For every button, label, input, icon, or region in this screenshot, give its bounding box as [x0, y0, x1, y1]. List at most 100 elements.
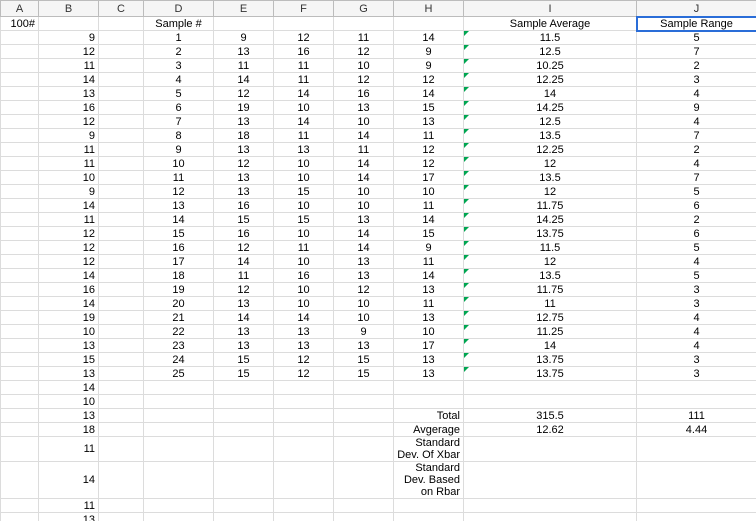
cell-B[interactable]: 14 [39, 462, 99, 499]
cell-E[interactable]: 13 [214, 143, 274, 157]
cell-F[interactable]: 13 [274, 339, 334, 353]
cell-H[interactable] [394, 513, 464, 521]
cell-F[interactable]: 11 [274, 73, 334, 87]
cell-E[interactable]: 13 [214, 185, 274, 199]
cell-A[interactable] [1, 73, 39, 87]
cell-C[interactable] [99, 395, 144, 409]
cell-E[interactable] [214, 17, 274, 31]
cell-G[interactable] [334, 395, 394, 409]
cell-E[interactable] [214, 462, 274, 499]
cell-D[interactable] [144, 395, 214, 409]
cell-I[interactable]: 11.25 [464, 325, 637, 339]
cell-J[interactable]: 5 [637, 185, 756, 199]
cell-C[interactable] [99, 499, 144, 513]
cell-C[interactable] [99, 17, 144, 31]
cell-D[interactable]: 4 [144, 73, 214, 87]
cell-J[interactable]: 6 [637, 199, 756, 213]
cell-I[interactable] [464, 462, 637, 499]
cell-A[interactable] [1, 101, 39, 115]
cell-I[interactable]: 14 [464, 87, 637, 101]
column-header-G[interactable]: G [334, 1, 394, 17]
cell-I[interactable]: 13.75 [464, 353, 637, 367]
cell-F[interactable] [274, 499, 334, 513]
column-header-B[interactable]: B [39, 1, 99, 17]
cell-D[interactable] [144, 513, 214, 521]
cell-F[interactable]: 14 [274, 115, 334, 129]
cell-A[interactable] [1, 213, 39, 227]
cell-A[interactable] [1, 115, 39, 129]
cell-E[interactable]: 15 [214, 367, 274, 381]
cell-B[interactable]: 13 [39, 409, 99, 423]
cell-I[interactable]: 14 [464, 339, 637, 353]
cell-F[interactable]: 14 [274, 311, 334, 325]
cell-I[interactable]: 14.25 [464, 213, 637, 227]
cell-G[interactable] [334, 17, 394, 31]
cell-A[interactable] [1, 283, 39, 297]
column-header-D[interactable]: D [144, 1, 214, 17]
cell-B[interactable]: 12 [39, 241, 99, 255]
cell-I[interactable]: 12.75 [464, 311, 637, 325]
cell-H[interactable]: 15 [394, 101, 464, 115]
cell-B[interactable]: 16 [39, 283, 99, 297]
cell-C[interactable] [99, 513, 144, 521]
cell-J[interactable]: 7 [637, 171, 756, 185]
cell-J[interactable]: 5 [637, 31, 756, 45]
cell-C[interactable] [99, 157, 144, 171]
cell-H[interactable]: Standard Dev. Of Xbar [394, 437, 464, 462]
cell-D[interactable]: 2 [144, 45, 214, 59]
cell-G[interactable]: 15 [334, 367, 394, 381]
cell-B[interactable]: 18 [39, 423, 99, 437]
cell-A[interactable] [1, 241, 39, 255]
cell-A[interactable] [1, 311, 39, 325]
cell-E[interactable]: 13 [214, 45, 274, 59]
cell-B[interactable]: 12 [39, 255, 99, 269]
cell-G[interactable]: 10 [334, 297, 394, 311]
cell-J[interactable]: 2 [637, 143, 756, 157]
cell-D[interactable]: Sample # [144, 17, 214, 31]
cell-B[interactable]: 14 [39, 269, 99, 283]
cell-G[interactable]: 14 [334, 171, 394, 185]
cell-C[interactable] [99, 423, 144, 437]
cell-C[interactable] [99, 339, 144, 353]
cell-A[interactable] [1, 395, 39, 409]
cell-A[interactable]: 100# [1, 17, 39, 31]
cell-G[interactable]: 14 [334, 227, 394, 241]
cell-C[interactable] [99, 462, 144, 499]
cell-D[interactable]: 5 [144, 87, 214, 101]
cell-E[interactable]: 16 [214, 199, 274, 213]
cell-J[interactable]: 6 [637, 227, 756, 241]
cell-A[interactable] [1, 339, 39, 353]
cell-H[interactable]: 10 [394, 325, 464, 339]
cell-H[interactable]: 11 [394, 199, 464, 213]
cell-I[interactable]: 13.5 [464, 269, 637, 283]
cell-B[interactable]: 11 [39, 499, 99, 513]
cell-A[interactable] [1, 59, 39, 73]
cell-B[interactable]: 10 [39, 171, 99, 185]
cell-G[interactable]: 13 [334, 213, 394, 227]
cell-J[interactable]: 3 [637, 367, 756, 381]
cell-B[interactable]: 9 [39, 185, 99, 199]
cell-G[interactable]: 10 [334, 115, 394, 129]
cell-F[interactable] [274, 437, 334, 462]
cell-F[interactable] [274, 395, 334, 409]
cell-G[interactable] [334, 462, 394, 499]
cell-B[interactable]: 10 [39, 325, 99, 339]
cell-A[interactable] [1, 462, 39, 499]
cell-E[interactable] [214, 513, 274, 521]
cell-E[interactable]: 16 [214, 227, 274, 241]
cell-E[interactable] [214, 381, 274, 395]
cell-A[interactable] [1, 325, 39, 339]
cell-C[interactable] [99, 31, 144, 45]
cell-G[interactable]: 10 [334, 185, 394, 199]
cell-H[interactable] [394, 381, 464, 395]
cell-A[interactable] [1, 409, 39, 423]
cell-B[interactable]: 12 [39, 115, 99, 129]
cell-B[interactable]: 11 [39, 157, 99, 171]
cell-D[interactable]: 3 [144, 59, 214, 73]
cell-B[interactable]: 13 [39, 87, 99, 101]
cell-E[interactable]: 12 [214, 283, 274, 297]
cell-H[interactable]: 11 [394, 129, 464, 143]
cell-B[interactable]: 12 [39, 45, 99, 59]
cell-G[interactable] [334, 409, 394, 423]
cell-G[interactable]: 13 [334, 255, 394, 269]
